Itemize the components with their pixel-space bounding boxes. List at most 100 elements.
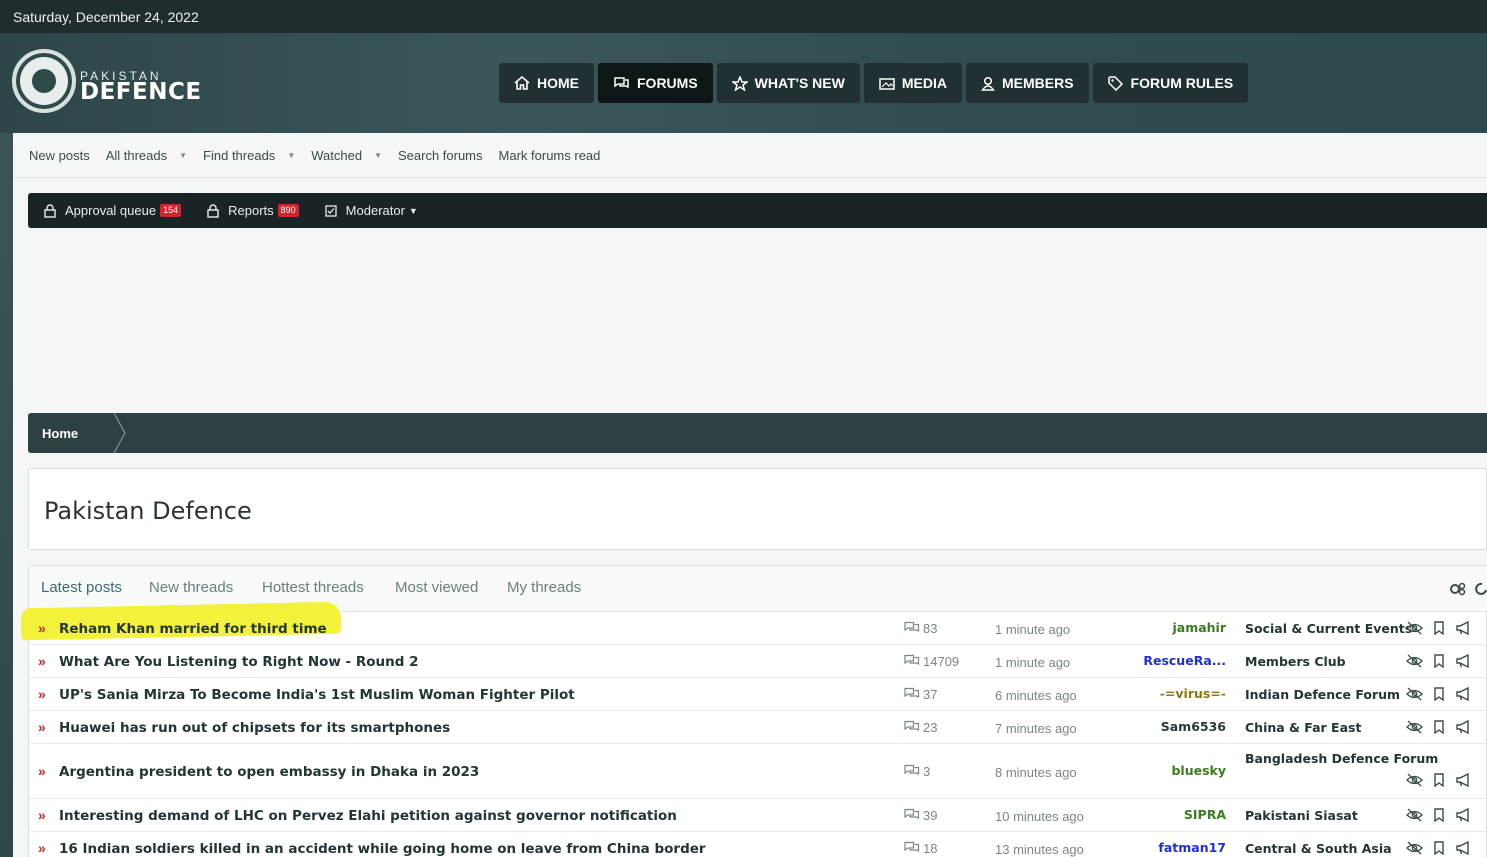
thread-forum[interactable]: Bangladesh Defence Forum <box>1245 751 1438 766</box>
tab-most-viewed[interactable]: Most viewed <box>395 566 478 612</box>
approval-queue-link[interactable]: Approval queue 154 <box>44 203 182 218</box>
nav-media[interactable]: MEDIA <box>863 63 962 103</box>
announce-icon[interactable] <box>1455 620 1472 638</box>
bookmark-icon[interactable] <box>1433 687 1445 704</box>
reports-link[interactable]: Reports 890 <box>207 203 299 218</box>
bookmark-icon[interactable] <box>1433 808 1445 825</box>
caret-down-icon[interactable]: ▼ <box>179 151 187 160</box>
thread-title[interactable]: Reham Khan married for third time <box>59 621 327 637</box>
nav-home[interactable]: HOME <box>499 63 594 103</box>
bookmark-icon[interactable] <box>1433 841 1445 857</box>
settings-icon[interactable] <box>1448 581 1487 597</box>
thread-user[interactable]: RescueRa... <box>1143 653 1226 668</box>
subnav-search-forums[interactable]: Search forums <box>398 148 483 163</box>
nav-whats-new[interactable]: WHAT'S NEW <box>716 63 860 103</box>
emblem-logo-icon <box>12 49 76 113</box>
thread-time[interactable]: 1 minute ago <box>995 655 1070 670</box>
thread-title[interactable]: Argentina president to open embassy in D… <box>59 764 479 780</box>
nav-whats-new-label: WHAT'S NEW <box>754 75 845 91</box>
announce-icon[interactable] <box>1455 719 1472 737</box>
reply-count-value: 3 <box>923 764 931 779</box>
row-actions <box>1406 620 1472 638</box>
bookmark-icon[interactable] <box>1433 773 1445 790</box>
thread-user[interactable]: fatman17 <box>1158 840 1226 855</box>
moderator-bar: Approval queue 154 Reports 890 Moderator… <box>28 193 1487 228</box>
table-row[interactable]: » Argentina president to open embassy in … <box>29 744 1487 799</box>
nav-members[interactable]: MEMBERS <box>965 63 1089 103</box>
reply-count-value: 39 <box>923 808 938 823</box>
ignore-icon[interactable] <box>1406 808 1423 825</box>
announce-icon[interactable] <box>1455 772 1472 790</box>
bookmark-icon[interactable] <box>1433 720 1445 737</box>
breadcrumb-home[interactable]: Home <box>28 413 92 453</box>
announce-icon[interactable] <box>1455 807 1472 825</box>
thread-user[interactable]: bluesky <box>1171 763 1226 778</box>
table-row[interactable]: » What Are You Listening to Right Now - R… <box>29 645 1487 678</box>
subnav-all-threads[interactable]: All threads ▼ <box>106 148 187 163</box>
ignore-icon[interactable] <box>1406 841 1423 857</box>
lock-icon <box>44 203 56 218</box>
thread-time[interactable]: 10 minutes ago <box>995 809 1084 824</box>
thread-forum[interactable]: China & Far East <box>1245 720 1361 735</box>
thread-forum[interactable]: Social & Current Events <box>1245 621 1412 636</box>
bookmark-icon[interactable] <box>1433 654 1445 671</box>
home-icon <box>514 76 530 90</box>
thread-user[interactable]: SIPRA <box>1184 807 1226 822</box>
replies-icon <box>904 654 923 669</box>
thread-title[interactable]: 16 Indian soldiers killed in an accident… <box>59 841 706 857</box>
replies-icon <box>904 808 923 823</box>
tag-icon <box>1107 75 1123 91</box>
page-title: Pakistan Defence <box>44 497 252 525</box>
nav-forum-rules[interactable]: FORUM RULES <box>1092 63 1249 103</box>
reply-count-value: 18 <box>923 841 938 856</box>
subnav-watched[interactable]: Watched ▼ <box>311 148 382 163</box>
thread-title[interactable]: Interesting demand of LHC on Pervez Elah… <box>59 808 677 824</box>
table-row[interactable]: » Huawei has run out of chipsets for its … <box>29 711 1487 744</box>
thread-user[interactable]: Sam6536 <box>1161 719 1226 734</box>
thread-forum[interactable]: Indian Defence Forum <box>1245 687 1400 702</box>
ignore-icon[interactable] <box>1406 621 1423 638</box>
thread-time[interactable]: 6 minutes ago <box>995 688 1077 703</box>
table-row[interactable]: » 16 Indian soldiers killed in an acciden… <box>29 832 1487 857</box>
moderator-menu[interactable]: Moderator ▼ <box>325 203 418 218</box>
approval-queue-label: Approval queue <box>65 203 157 218</box>
table-row[interactable]: » UP's Sania Mirza To Become India's 1st … <box>29 678 1487 711</box>
thread-arrow-icon: » <box>38 719 46 735</box>
ignore-icon[interactable] <box>1406 654 1423 671</box>
thread-title[interactable]: UP's Sania Mirza To Become India's 1st M… <box>59 687 575 703</box>
thread-user[interactable]: -=virus=- <box>1160 686 1226 701</box>
bookmark-icon[interactable] <box>1433 621 1445 638</box>
announce-icon[interactable] <box>1455 653 1472 671</box>
caret-down-icon[interactable]: ▼ <box>374 151 382 160</box>
thread-forum[interactable]: Central & South Asia <box>1245 841 1392 856</box>
date-bar: Saturday, December 24, 2022 <box>0 0 1487 33</box>
nav-forums[interactable]: FORUMS <box>598 63 713 103</box>
table-row[interactable]: » Reham Khan married for third time 83 1 mi… <box>29 612 1487 645</box>
thread-time[interactable]: 13 minutes ago <box>995 842 1084 857</box>
checkbox-icon <box>325 204 337 217</box>
thread-forum[interactable]: Members Club <box>1245 654 1346 669</box>
thread-title[interactable]: What Are You Listening to Right Now - Ro… <box>59 654 419 670</box>
table-row[interactable]: » Interesting demand of LHC on Pervez Ela… <box>29 799 1487 832</box>
thread-arrow-icon: » <box>38 763 46 779</box>
thread-time[interactable]: 7 minutes ago <box>995 721 1077 736</box>
ignore-icon[interactable] <box>1406 720 1423 737</box>
thread-time[interactable]: 8 minutes ago <box>995 765 1077 780</box>
thread-time[interactable]: 1 minute ago <box>995 622 1070 637</box>
subnav-new-posts[interactable]: New posts <box>29 148 90 163</box>
announce-icon[interactable] <box>1455 840 1472 857</box>
ignore-icon[interactable] <box>1406 687 1423 704</box>
subnav-mark-read[interactable]: Mark forums read <box>499 148 601 163</box>
thread-title[interactable]: Huawei has run out of chipsets for its s… <box>59 720 450 736</box>
thread-forum[interactable]: Pakistani Siasat <box>1245 808 1358 823</box>
tab-my-threads[interactable]: My threads <box>507 566 581 612</box>
caret-down-icon[interactable]: ▼ <box>287 151 295 160</box>
site-logo[interactable]: PAKISTAN DEFENCE <box>12 47 201 119</box>
thread-user[interactable]: jamahir <box>1172 620 1226 635</box>
row-actions <box>1406 772 1472 790</box>
subnav-find-threads[interactable]: Find threads ▼ <box>203 148 295 163</box>
ignore-icon[interactable] <box>1406 773 1423 790</box>
announce-icon[interactable] <box>1455 686 1472 704</box>
tab-latest-posts[interactable]: Latest posts <box>41 566 137 612</box>
logo-text-big: DEFENCE <box>80 79 202 105</box>
